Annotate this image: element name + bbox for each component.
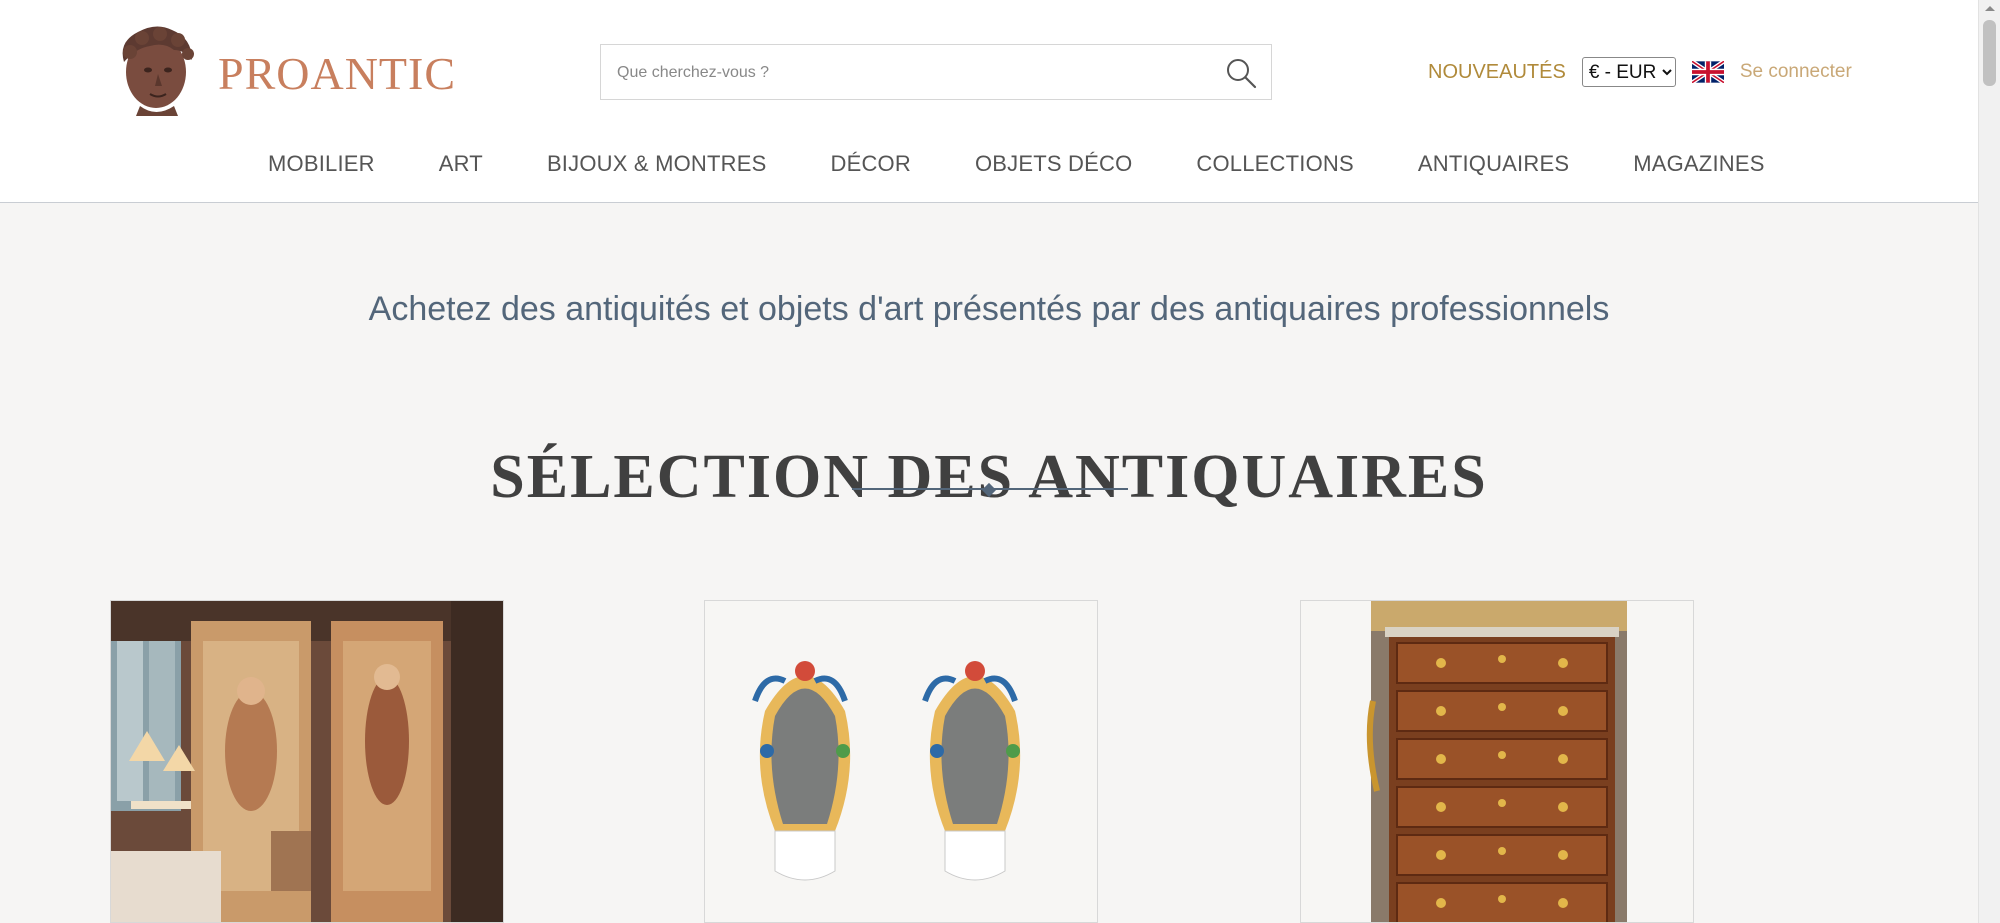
painted-boiserie-panels-image: [111, 601, 503, 922]
site-tagline: Achetez des antiquités et objets d'art p…: [368, 290, 1610, 328]
main-nav: MOBILIER ART BIJOUX & MONTRES DÉCOR OBJE…: [110, 124, 1848, 204]
nav-item-art[interactable]: ART: [439, 151, 483, 177]
product-card[interactable]: [110, 600, 504, 923]
login-link[interactable]: Se connecter: [1740, 61, 1852, 83]
nav-item-bijoux-montres[interactable]: BIJOUX & MONTRES: [547, 151, 767, 177]
scroll-up-arrow-icon[interactable]: [1979, 0, 2000, 18]
mahogany-chest-of-drawers-image: [1301, 601, 1693, 922]
nav-item-objets-deco[interactable]: OBJETS DÉCO: [975, 151, 1132, 177]
nav-item-mobilier[interactable]: MOBILIER: [268, 151, 375, 177]
section-title: SÉLECTION DES ANTIQUAIRES: [490, 442, 1488, 511]
logo-head-icon: [122, 26, 194, 116]
page: PROANTIC NOUVEAUTÉS € - EUR Se connecter: [0, 0, 1978, 923]
search-input[interactable]: [615, 45, 1199, 101]
scroll-thumb[interactable]: [1983, 20, 1996, 86]
nav-item-collections[interactable]: COLLECTIONS: [1196, 151, 1353, 177]
nav-item-magazines[interactable]: MAGAZINES: [1633, 151, 1764, 177]
product-card[interactable]: [704, 600, 1098, 923]
pair-of-faience-mirror-sconces-image: [705, 601, 1097, 922]
product-carousel: [110, 600, 1848, 923]
uk-flag-icon[interactable]: [1691, 61, 1724, 83]
search-bar: [600, 44, 1272, 101]
header-actions: NOUVEAUTÉS € - EUR Se connecter: [1428, 56, 1852, 88]
new-arrivals-link[interactable]: NOUVEAUTÉS: [1428, 61, 1566, 84]
logo-text: PROANTIC: [218, 47, 457, 99]
site-logo[interactable]: PROANTIC: [110, 22, 456, 118]
search-icon[interactable]: [1225, 57, 1257, 89]
site-header: PROANTIC NOUVEAUTÉS € - EUR Se connecter: [0, 0, 1978, 203]
nav-item-decor[interactable]: DÉCOR: [831, 151, 911, 177]
nav-item-antiquaires[interactable]: ANTIQUAIRES: [1418, 151, 1569, 177]
page-scrollbar[interactable]: [1978, 0, 2000, 923]
product-card[interactable]: [1300, 600, 1694, 923]
currency-select[interactable]: € - EUR: [1581, 57, 1676, 87]
